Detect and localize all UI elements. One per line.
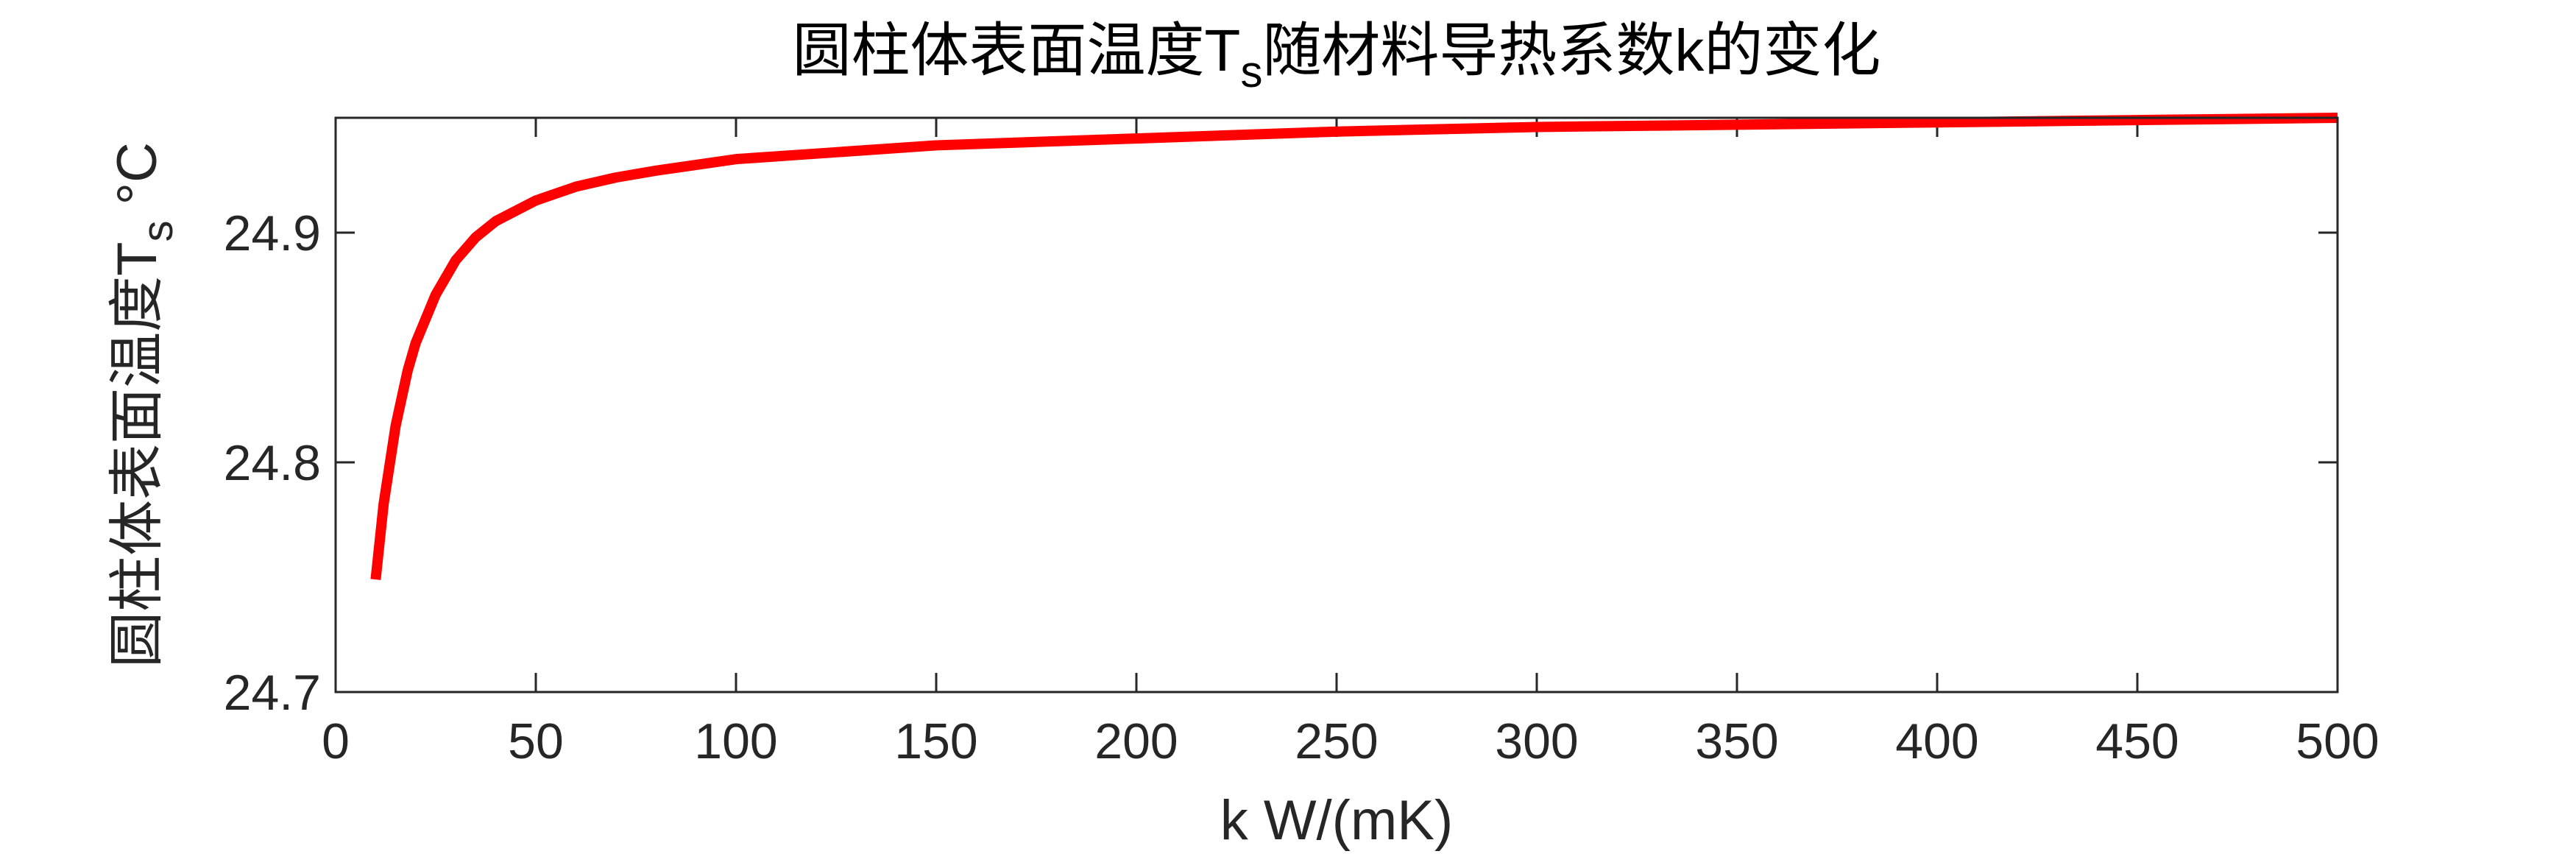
y-axis-title: 圆柱体表面温度Ts °C [106,142,182,668]
title-suffix: 随材料导热系数k的变化 [1262,18,1880,83]
y-tick-label: 24.8 [224,435,321,491]
x-tick-label: 350 [1695,713,1778,769]
y-tick-label: 24.9 [224,205,321,261]
x-tick-label: 50 [508,713,564,769]
chart-title: 圆柱体表面温度Ts随材料导热系数k的变化 [793,18,1881,96]
x-tick-label: 450 [2095,713,2179,769]
ylabel-main: 圆柱体表面温度T [106,241,169,667]
y-tick-labels: 24.7 24.8 24.9 [224,205,321,721]
plot-area [336,118,2338,692]
x-tick-label: 250 [1295,713,1378,769]
x-tick-label: 300 [1495,713,1578,769]
x-tick-label: 0 [322,713,350,769]
x-tick-label: 400 [1895,713,1978,769]
title-main: 圆柱体表面温度T [793,18,1241,83]
x-tick-label: 100 [694,713,777,769]
x-tick-label: 200 [1094,713,1178,769]
x-tick-labels: 0 50 100 150 200 250 300 350 400 450 500 [322,713,2379,769]
title-subscript: s [1240,47,1262,96]
x-axis-title: k W/(mK) [1220,789,1454,852]
y-tick-label: 24.7 [224,665,321,721]
ylabel-subscript: s [134,220,182,241]
chart: 0 50 100 150 200 250 300 350 400 450 500 24.724.82… [106,18,2379,852]
ylabel-suffix: °C [106,142,169,220]
x-tick-label: 500 [2296,713,2379,769]
x-tick-label: 150 [894,713,977,769]
